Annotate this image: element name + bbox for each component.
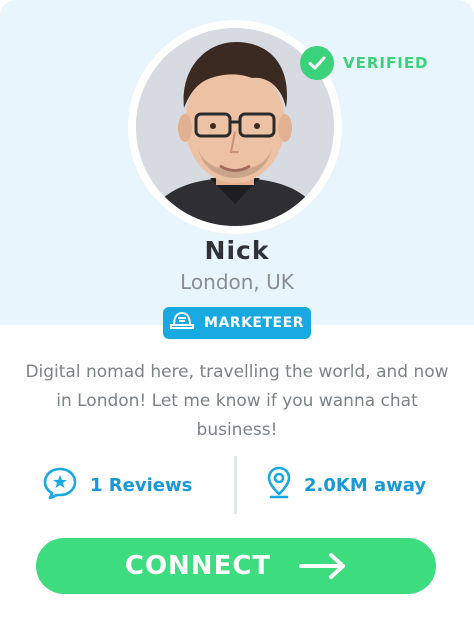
check-circle-icon — [300, 46, 334, 80]
reviews-count: 1 Reviews — [90, 474, 193, 496]
connect-button[interactable]: CONNECT — [36, 538, 436, 594]
verified-badge: VERIFIED — [300, 46, 429, 80]
profile-location: London, UK — [180, 270, 294, 294]
verified-label: VERIFIED — [343, 54, 429, 72]
stats-row: 1 Reviews 2.0KM away — [0, 456, 474, 514]
cap-icon — [170, 311, 195, 335]
distance-value: 2.0KM away — [304, 474, 427, 496]
role-label: MARKETEER — [204, 315, 304, 331]
connect-label: CONNECT — [124, 551, 272, 581]
arrow-right-icon — [299, 552, 347, 580]
profile-bio: Digital nomad here, travelling the world… — [25, 362, 449, 440]
stats-divider — [234, 456, 237, 514]
profile-name: Nick — [204, 236, 270, 265]
role-badge: MARKETEER — [163, 307, 311, 339]
star-chat-icon — [42, 466, 78, 504]
reviews-stat[interactable]: 1 Reviews — [42, 456, 192, 514]
profile-card: VERIFIED Nick London, UK MARKETEER Digit… — [0, 0, 474, 630]
map-pin-icon — [266, 466, 292, 504]
distance-stat: 2.0KM away — [266, 456, 426, 514]
